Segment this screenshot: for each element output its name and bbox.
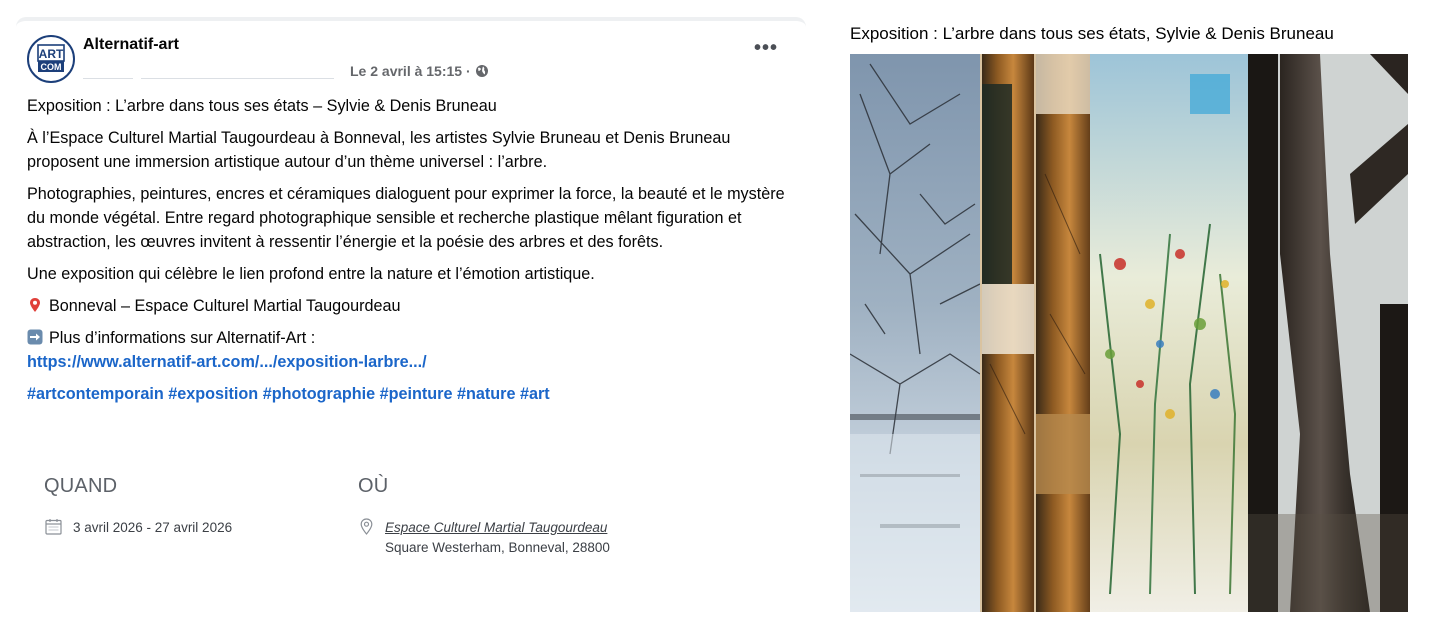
right-arrow-icon <box>27 328 43 345</box>
where-row: Espace Culturel Martial Taugourdeau Squa… <box>359 518 610 558</box>
event-location: Espace Culturel Martial Taugourdeau Squa… <box>385 518 610 558</box>
when-heading: QUAND <box>44 475 118 497</box>
post-body: Exposition : L’arbre dans tous ses états… <box>27 94 787 414</box>
info-text: Plus d’informations sur Alternatif-Art : <box>49 329 316 347</box>
more-options-button[interactable]: ••• <box>754 38 778 58</box>
post-paragraph: Photographies, peintures, encres et céra… <box>27 185 785 251</box>
where-heading: OÙ <box>358 475 389 497</box>
panel-title: Exposition : L’arbre dans tous ses états… <box>850 24 1334 43</box>
redacted-meta <box>83 71 133 79</box>
hashtag[interactable]: #nature <box>457 385 515 403</box>
post-timestamp[interactable]: Le 2 avril à 15:15 · <box>350 63 489 79</box>
avatar-text-bottom: COM <box>41 62 62 72</box>
venue-address: Square Westerham, Bonneval, 28800 <box>385 540 610 555</box>
location-text: Bonneval – Espace Culturel Martial Taugo… <box>49 297 401 315</box>
map-pin-icon <box>27 296 43 312</box>
post-paragraph: À l’Espace Culturel Martial Taugourdeau … <box>27 129 731 171</box>
location-pin-icon <box>359 518 374 540</box>
event-dates: 3 avril 2026 - 27 avril 2026 <box>73 520 233 535</box>
exhibition-artwork-image[interactable] <box>850 54 1408 612</box>
globe-icon <box>475 64 489 78</box>
info-line: Plus d’informations sur Alternatif-Art :… <box>27 326 787 374</box>
hashtag-list: #artcontemporain #exposition #photograph… <box>27 382 787 406</box>
post-author[interactable]: Alternatif-art <box>83 36 179 54</box>
hashtag[interactable]: #peinture <box>380 385 453 403</box>
avatar-text-top: ART <box>39 47 64 61</box>
hashtag[interactable]: #artcontemporain <box>27 385 164 403</box>
calendar-icon <box>45 518 62 540</box>
redacted-meta <box>141 71 334 79</box>
hashtag[interactable]: #art <box>520 385 550 403</box>
post-title: Exposition : L’arbre dans tous ses états… <box>27 97 497 115</box>
alternatif-art-logo-icon: ART COM <box>37 44 65 72</box>
location-line: Bonneval – Espace Culturel Martial Taugo… <box>27 294 787 318</box>
post-link[interactable]: https://www.alternatif-art.com/.../expos… <box>27 353 427 371</box>
post-card: ART COM Alternatif-art Le 2 avril à 15:1… <box>16 17 806 617</box>
post-date-text: Le 2 avril à 15:15 · <box>350 63 471 79</box>
venue-link[interactable]: Espace Culturel Martial Taugourdeau <box>385 518 610 538</box>
when-row: 3 avril 2026 - 27 avril 2026 <box>45 518 232 540</box>
hashtag[interactable]: #exposition <box>168 385 258 403</box>
post-paragraph: Une exposition qui célèbre le lien profo… <box>27 265 595 283</box>
artwork-collage <box>850 54 1408 612</box>
hashtag[interactable]: #photographie <box>263 385 375 403</box>
avatar[interactable]: ART COM <box>27 35 75 83</box>
